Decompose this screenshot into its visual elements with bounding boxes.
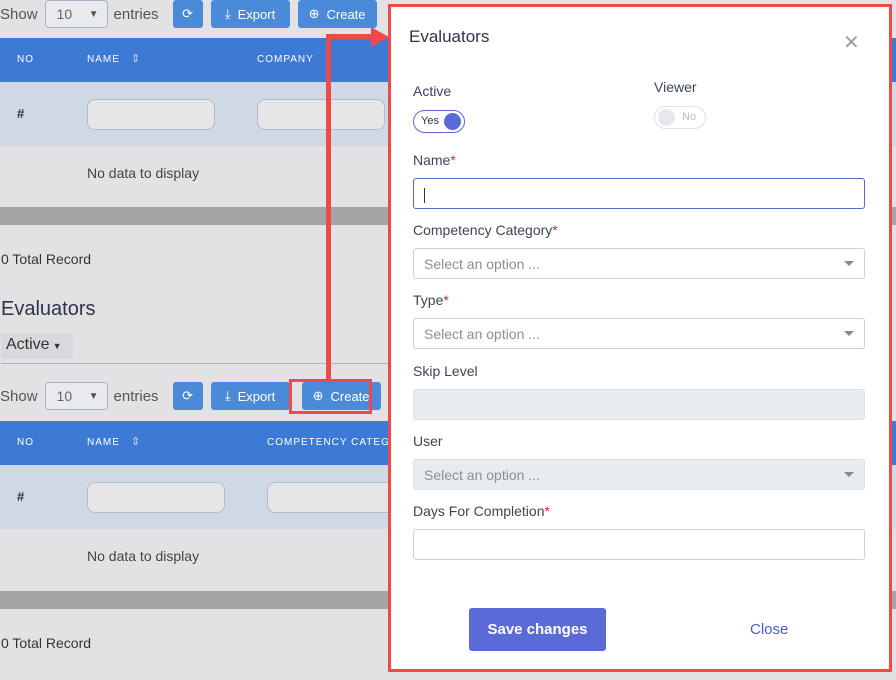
filter-hash: #	[17, 489, 25, 504]
sort-icon[interactable]: ⇕	[131, 435, 141, 448]
viewer-label: Viewer	[654, 79, 697, 95]
toggle-knob	[444, 113, 461, 130]
name-filter-input[interactable]	[87, 99, 215, 130]
download-icon: ⤓	[224, 6, 231, 21]
export-label: Export	[237, 388, 276, 404]
chevron-down-icon	[844, 261, 854, 266]
skip-level-input	[413, 389, 865, 420]
required-mark: *	[544, 503, 550, 519]
type-label: Type*	[413, 292, 449, 308]
required-mark: *	[450, 152, 456, 168]
status-value: Active	[6, 336, 50, 353]
type-select[interactable]: Select an option ...	[413, 318, 865, 349]
entries-select[interactable]: 10 ▼	[44, 382, 108, 410]
select-placeholder: Select an option ...	[424, 326, 540, 342]
close-button[interactable]: Close	[750, 621, 788, 638]
export-button[interactable]: ⤓ Export	[210, 0, 290, 28]
col-name[interactable]: NAME	[87, 437, 120, 448]
name-label-text: Name	[413, 152, 451, 168]
col-name[interactable]: NAME	[87, 54, 120, 65]
select-placeholder: Select an option ...	[424, 256, 540, 272]
caret-down-icon: ▼	[52, 341, 62, 351]
download-icon: ⤓	[224, 388, 231, 403]
competency-filter-input[interactable]	[267, 482, 405, 513]
active-toggle-text: Yes	[421, 115, 439, 127]
close-icon[interactable]: ✕	[843, 30, 860, 55]
entries-label: entries	[113, 5, 159, 23]
days-for-completion-label: Days For Completion*	[413, 503, 550, 519]
save-changes-button[interactable]: Save changes	[469, 608, 606, 651]
name-input[interactable]	[413, 178, 865, 209]
competency-label-text: Competency Category	[413, 222, 553, 238]
modal-title: Evaluators	[409, 27, 490, 46]
entries-value: 10	[56, 388, 73, 404]
total-record: 0 Total Record	[1, 635, 92, 651]
refresh-button[interactable]: ⟳	[172, 382, 203, 410]
col-no: NO	[17, 437, 34, 448]
plus-circle-icon: ⊕	[308, 6, 320, 21]
entries-value: 10	[56, 6, 73, 22]
company-filter-input[interactable]	[257, 99, 385, 130]
type-label-text: Type	[413, 292, 444, 308]
empty-message: No data to display	[87, 165, 200, 181]
divider	[1, 363, 391, 364]
col-competency-category[interactable]: COMPETENCY CATEGO	[267, 437, 399, 448]
sort-icon[interactable]: ⇕	[131, 52, 141, 65]
table1-toolbar: Show 10 ▼ entries ⟳ ⤓ Export ⊕ Create	[0, 0, 385, 28]
empty-message: No data to display	[87, 548, 200, 564]
create-button[interactable]: ⊕ Create	[297, 0, 377, 28]
entries-label: entries	[113, 387, 159, 405]
competency-category-label: Competency Category*	[413, 222, 558, 238]
toggle-knob	[658, 109, 675, 126]
refresh-icon: ⟳	[182, 388, 194, 403]
arrow-head-icon	[371, 27, 389, 47]
refresh-button[interactable]: ⟳	[172, 0, 203, 28]
days-for-completion-input[interactable]	[413, 529, 865, 560]
status-dropdown[interactable]: Active ▼	[1, 333, 73, 359]
col-company[interactable]: COMPANY	[257, 54, 314, 65]
col-no: NO	[17, 54, 34, 65]
chevron-down-icon: ▼	[88, 8, 99, 20]
active-toggle[interactable]: Yes	[413, 110, 465, 133]
text-cursor	[424, 187, 425, 203]
viewer-toggle-text: No	[681, 111, 696, 123]
export-button[interactable]: ⤓ Export	[210, 382, 290, 410]
active-label: Active	[413, 83, 452, 99]
name-filter-input[interactable]	[87, 482, 225, 513]
chevron-down-icon	[844, 331, 854, 336]
viewer-toggle[interactable]: No	[654, 106, 706, 129]
refresh-icon: ⟳	[182, 6, 194, 21]
required-mark: *	[552, 222, 558, 238]
name-label: Name*	[413, 152, 456, 168]
filter-hash: #	[17, 106, 25, 121]
chevron-down-icon: ▼	[88, 390, 99, 402]
total-record: 0 Total Record	[1, 251, 92, 267]
show-label: Show	[0, 5, 38, 23]
create-label: Create	[326, 6, 366, 22]
select-placeholder: Select an option ...	[424, 467, 540, 483]
days-label-text: Days For Completion	[413, 503, 545, 519]
competency-category-select[interactable]: Select an option ...	[413, 248, 865, 279]
show-label: Show	[0, 387, 38, 405]
chevron-down-icon	[844, 472, 854, 477]
evaluators-modal: Evaluators ✕ Active Yes Viewer No Name* …	[388, 4, 892, 672]
skip-level-label: Skip Level	[413, 363, 478, 379]
required-mark: *	[443, 292, 449, 308]
annotation-arrow-segment	[326, 34, 376, 39]
user-select[interactable]: Select an option ...	[413, 459, 865, 490]
entries-select[interactable]: 10 ▼	[44, 0, 108, 28]
export-label: Export	[237, 6, 276, 22]
annotation-arrow-shaft	[326, 37, 331, 382]
user-label: User	[413, 433, 443, 449]
section-title: Evaluators	[1, 298, 96, 320]
create-button-highlight	[289, 379, 372, 414]
